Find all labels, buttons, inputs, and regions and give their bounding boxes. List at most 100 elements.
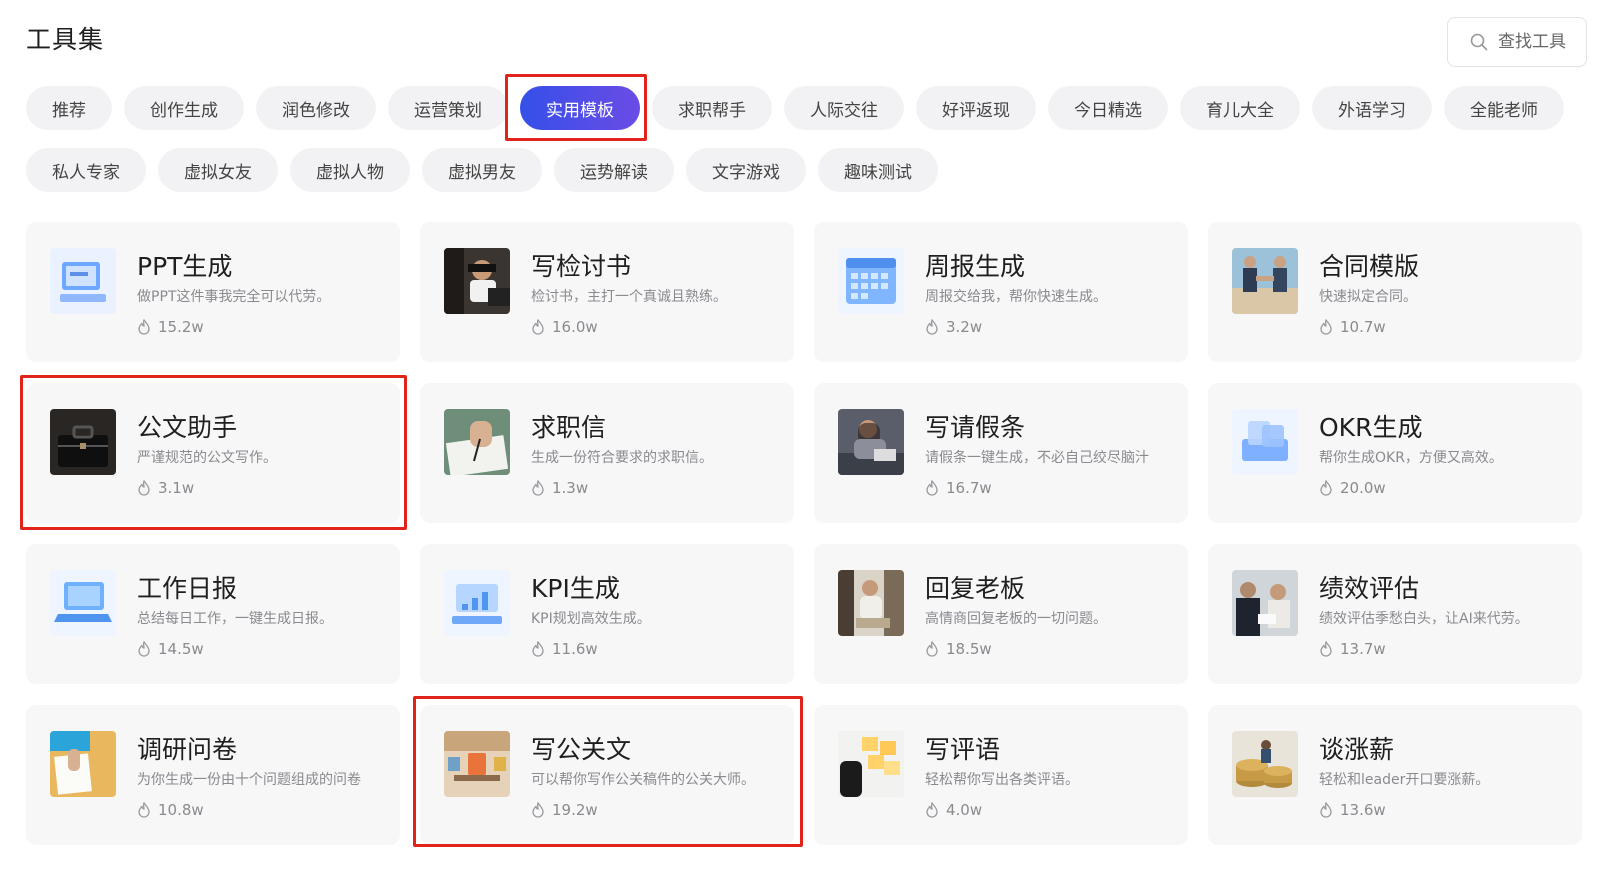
kpi-thumbnail-icon <box>444 570 510 636</box>
usage-count-value: 10.8w <box>158 801 204 819</box>
usage-count-value: 11.6w <box>552 640 598 658</box>
tool-description: 严谨规范的公文写作。 <box>137 450 277 466</box>
tab-fun-tests[interactable]: 趣味测试 <box>818 148 938 192</box>
questionnaire-thumbnail <box>50 731 116 797</box>
usage-count: 15.2w <box>137 318 204 336</box>
tab-virtual-character[interactable]: 虚拟人物 <box>290 148 410 192</box>
tool-title: 回复老板 <box>925 574 1026 603</box>
tab-virtual-girlfriend[interactable]: 虚拟女友 <box>158 148 278 192</box>
tool-description: 帮你生成OKR，方便又高效。 <box>1319 450 1503 466</box>
fire-icon <box>531 640 545 657</box>
tab-word-games[interactable]: 文字游戏 <box>686 148 806 192</box>
tool-description: 生成一份符合要求的求职信。 <box>531 450 713 466</box>
tab-language[interactable]: 外语学习 <box>1312 86 1432 130</box>
tool-card-leave-request[interactable]: 写请假条 请假条一键生成，不必自己绞尽脑汁 16.7w <box>814 383 1188 523</box>
tab-private-expert[interactable]: 私人专家 <box>26 148 146 192</box>
fire-icon <box>531 318 545 335</box>
tab-fortune[interactable]: 运势解读 <box>554 148 674 192</box>
tool-card-ppt[interactable]: PPT生成 做PPT这件事我完全可以代劳。 15.2w <box>26 222 400 362</box>
usage-count-value: 3.1w <box>158 479 195 497</box>
usage-count: 3.2w <box>925 318 982 336</box>
tab-teacher[interactable]: 全能老师 <box>1444 86 1564 130</box>
usage-count: 16.7w <box>925 479 992 497</box>
tool-card-reply-boss[interactable]: 回复老板 高情商回复老板的一切问题。 18.5w <box>814 544 1188 684</box>
tool-title: PPT生成 <box>137 252 233 281</box>
okr-thumbnail-icon <box>1232 409 1298 475</box>
tool-title: 写公关文 <box>531 735 632 764</box>
usage-count: 10.8w <box>137 801 204 819</box>
tab-practical-templates[interactable]: 实用模板 <box>520 86 640 130</box>
tool-title: 周报生成 <box>925 252 1026 281</box>
tool-card-pr-article[interactable]: 写公关文 可以帮你写作公关稿件的公关大师。 19.2w <box>420 705 794 845</box>
fire-icon <box>137 640 151 657</box>
tool-title: 写请假条 <box>925 413 1026 442</box>
tool-description: 高情商回复老板的一切问题。 <box>925 611 1107 627</box>
search-box[interactable] <box>1447 17 1587 67</box>
office-desk-thumbnail <box>444 731 510 797</box>
tab-creation[interactable]: 创作生成 <box>124 86 244 130</box>
tool-card-weekly-report[interactable]: 周报生成 周报交给我，帮你快速生成。 3.2w <box>814 222 1188 362</box>
tool-title: 写评语 <box>925 735 1001 764</box>
briefcase-thumbnail <box>50 409 116 475</box>
usage-count: 10.7w <box>1319 318 1386 336</box>
calendar-thumbnail-icon <box>838 248 904 314</box>
tool-description: 绩效评估季愁白头，让AI来代劳。 <box>1319 611 1529 627</box>
usage-count-value: 3.2w <box>946 318 983 336</box>
usage-count-value: 16.7w <box>946 479 992 497</box>
tool-card-salary-raise[interactable]: 谈涨薪 轻松和leader开口要涨薪。 13.6w <box>1208 705 1582 845</box>
laptop-thumbnail-icon <box>50 570 116 636</box>
tool-card-daily-report[interactable]: 工作日报 总结每日工作，一键生成日报。 14.5w <box>26 544 400 684</box>
fire-icon <box>1319 318 1333 335</box>
tool-card-kpi[interactable]: KPI生成 KPI规划高效生成。 11.6w <box>420 544 794 684</box>
coins-thumbnail <box>1232 731 1298 797</box>
tool-card-contract[interactable]: 合同模版 快速拟定合同。 10.7w <box>1208 222 1582 362</box>
tab-daily-picks[interactable]: 今日精选 <box>1048 86 1168 130</box>
usage-count-value: 4.0w <box>946 801 983 819</box>
usage-count-value: 10.7w <box>1340 318 1386 336</box>
tool-card-self-criticism[interactable]: 写检讨书 检讨书，主打一个真诚且熟练。 16.0w <box>420 222 794 362</box>
tool-card-cover-letter[interactable]: 求职信 生成一份符合要求的求职信。 1.3w <box>420 383 794 523</box>
usage-count-value: 19.2w <box>552 801 598 819</box>
tool-description: 检讨书，主打一个真诚且熟练。 <box>531 289 727 305</box>
usage-count: 13.7w <box>1319 640 1386 658</box>
tool-card-survey[interactable]: 调研问卷 为你生成一份由十个问题组成的问卷 10.8w <box>26 705 400 845</box>
tool-description: KPI规划高效生成。 <box>531 611 651 627</box>
usage-count: 11.6w <box>531 640 598 658</box>
tool-title: KPI生成 <box>531 574 620 603</box>
tab-polish[interactable]: 润色修改 <box>256 86 376 130</box>
usage-count-value: 13.6w <box>1340 801 1386 819</box>
page-title: 工具集 <box>26 25 105 54</box>
tab-review-cashback[interactable]: 好评返现 <box>916 86 1036 130</box>
usage-count-value: 15.2w <box>158 318 204 336</box>
tool-card-comments[interactable]: 写评语 轻松帮你写出各类评语。 4.0w <box>814 705 1188 845</box>
tab-operation[interactable]: 运营策划 <box>388 86 508 130</box>
tool-description: 周报交给我，帮你快速生成。 <box>925 289 1107 305</box>
tool-description: 做PPT这件事我完全可以代劳。 <box>137 289 331 305</box>
tab-recommend[interactable]: 推荐 <box>26 86 112 130</box>
usage-count: 4.0w <box>925 801 982 819</box>
search-input[interactable] <box>1498 32 1578 52</box>
tool-grid: PPT生成 做PPT这件事我完全可以代劳。 15.2w 写检讨书 检讨书，主打一… <box>26 222 1582 845</box>
tab-parenting[interactable]: 育儿大全 <box>1180 86 1300 130</box>
tool-card-performance[interactable]: 绩效评估 绩效评估季愁白头，让AI来代劳。 13.7w <box>1208 544 1582 684</box>
tool-description: 总结每日工作，一键生成日报。 <box>137 611 333 627</box>
ppt-thumbnail-icon <box>50 248 116 314</box>
fire-icon <box>1319 640 1333 657</box>
tool-description: 为你生成一份由十个问题组成的问卷 <box>137 772 361 788</box>
fire-icon <box>137 479 151 496</box>
tool-description: 轻松帮你写出各类评语。 <box>925 772 1079 788</box>
tool-title: 绩效评估 <box>1319 574 1420 603</box>
usage-count: 3.1w <box>137 479 194 497</box>
search-icon <box>1470 33 1488 51</box>
fire-icon <box>1319 801 1333 818</box>
tab-virtual-boyfriend[interactable]: 虚拟男友 <box>422 148 542 192</box>
resting-woman-thumbnail <box>838 409 904 475</box>
tool-card-okr[interactable]: OKR生成 帮你生成OKR，方便又高效。 20.0w <box>1208 383 1582 523</box>
tab-job-helper[interactable]: 求职帮手 <box>652 86 772 130</box>
usage-count-value: 14.5w <box>158 640 204 658</box>
tool-card-official-document[interactable]: 公文助手 严谨规范的公文写作。 3.1w <box>26 383 400 523</box>
tab-social[interactable]: 人际交往 <box>784 86 904 130</box>
usage-count: 13.6w <box>1319 801 1386 819</box>
category-tabs-row-2: 私人专家 虚拟女友 虚拟人物 虚拟男友 运势解读 文字游戏 趣味测试 <box>26 148 938 192</box>
usage-count: 1.3w <box>531 479 588 497</box>
